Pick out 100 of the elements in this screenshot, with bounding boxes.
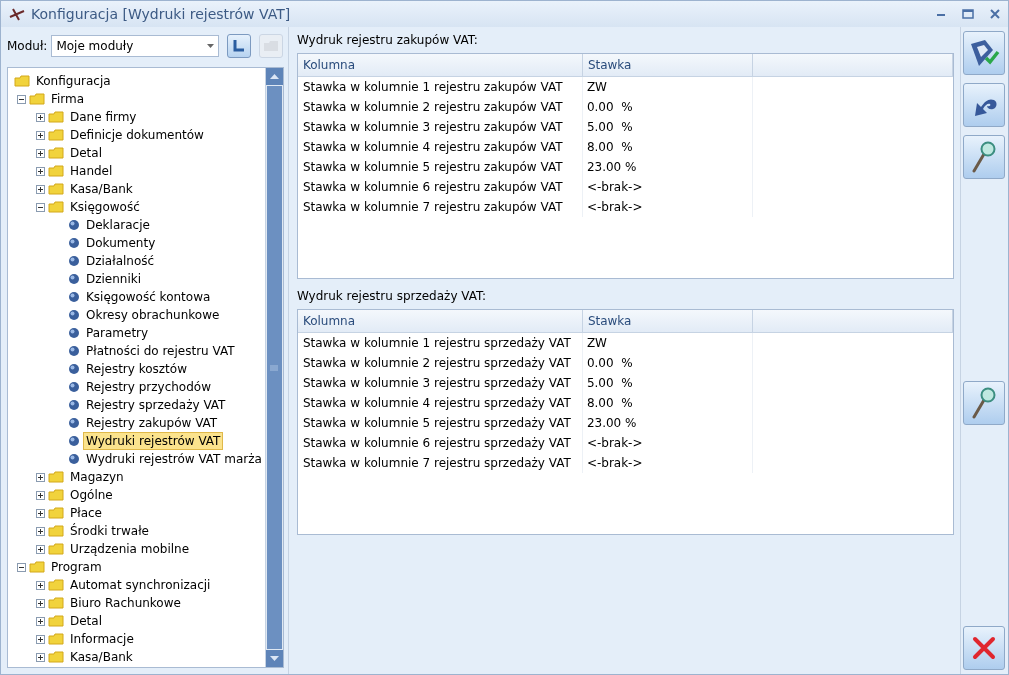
tree-item[interactable]: Wydruki rejestrów VAT marża <box>83 450 265 468</box>
tree-item[interactable]: Działalność <box>83 252 158 270</box>
module-dropdown[interactable]: Moje moduły <box>51 35 220 57</box>
tree-item[interactable]: Dzienniki <box>83 270 145 288</box>
tree-item[interactable]: Kasa/Bank <box>67 648 136 666</box>
close-icon <box>971 636 996 660</box>
folder-icon <box>48 507 64 519</box>
expand-icon[interactable] <box>36 148 45 158</box>
table-cell: Stawka w kolumnie 1 rejestru zakupów VAT <box>297 77 583 97</box>
tree-item[interactable]: Księgowość kontowa <box>83 288 214 306</box>
collapse-icon[interactable] <box>17 94 26 104</box>
tree-item[interactable]: Dane firmy <box>67 108 140 126</box>
folder-icon <box>48 525 64 537</box>
undo-button[interactable] <box>962 83 1005 127</box>
preview-button[interactable] <box>962 380 1005 425</box>
expand-icon[interactable] <box>36 616 45 626</box>
table-cell: 8.00 % <box>582 393 753 413</box>
expand-icon[interactable] <box>36 490 45 500</box>
tree-item[interactable]: Program <box>48 558 105 576</box>
table-cell: Stawka w kolumnie 7 rejestru sprzedaży VAT <box>297 453 583 473</box>
expand-icon[interactable] <box>36 130 45 140</box>
tree-item[interactable]: Płace <box>67 504 105 522</box>
tree-item[interactable]: Dokumenty <box>83 234 159 252</box>
window-title: Konfiguracja [Wydruki rejestrów VAT] <box>31 6 292 22</box>
tree-item[interactable]: Rejestry zakupów VAT <box>83 414 221 432</box>
tree-item[interactable]: Detal <box>67 612 105 630</box>
expand-icon[interactable] <box>36 184 45 194</box>
tree-item[interactable]: Płatności do rejestru VAT <box>83 342 238 360</box>
table-cell: 23.00 % <box>582 413 753 433</box>
page-icon <box>68 273 80 285</box>
tree-item[interactable]: Okresy obrachunkowe <box>83 306 223 324</box>
collapse-icon[interactable] <box>36 202 45 212</box>
table-cell: Stawka w kolumnie 1 rejestru sprzedaży VAT <box>297 333 583 353</box>
expand-icon[interactable] <box>36 166 45 176</box>
page-icon <box>68 399 80 411</box>
tree-item[interactable]: Biuro Rachunkowe <box>67 594 184 612</box>
page-icon <box>68 435 80 447</box>
expand-icon[interactable] <box>36 652 45 662</box>
folder-icon <box>48 165 64 177</box>
tree-item[interactable]: Handel <box>67 162 116 180</box>
app-logo-icon <box>9 7 25 21</box>
close-button[interactable] <box>962 626 1005 670</box>
tree-item[interactable]: Rejestry kosztów <box>83 360 190 378</box>
page-icon <box>68 453 80 465</box>
column-header[interactable]: Stawka <box>582 54 753 76</box>
folder-icon <box>48 579 64 591</box>
save-button[interactable] <box>962 31 1005 75</box>
tree-item[interactable]: Rejestry sprzedaży VAT <box>83 396 229 414</box>
tree-item[interactable]: Definicje dokumentów <box>67 126 207 144</box>
tree-item[interactable]: Parametry <box>83 324 152 342</box>
tree-item[interactable]: Deklaracje <box>83 216 153 234</box>
tree-item[interactable]: Kasa/Bank <box>67 180 136 198</box>
scrollbar[interactable] <box>264 68 283 667</box>
expand-icon[interactable] <box>36 526 45 536</box>
tree-item[interactable]: Środki trwałe <box>67 522 152 540</box>
section-title: Wydruk rejestru sprzedaży VAT: <box>296 289 488 303</box>
tree-item[interactable]: Konfiguracja <box>33 72 114 90</box>
maximize-icon[interactable] <box>962 9 974 19</box>
folder-icon <box>29 561 45 573</box>
close-icon[interactable] <box>990 9 1000 19</box>
table-cell: Stawka w kolumnie 6 rejestru zakupów VAT <box>297 177 583 197</box>
expand-icon[interactable] <box>36 112 45 122</box>
folder-icon <box>48 471 64 483</box>
page-icon <box>68 345 80 357</box>
expand-icon[interactable] <box>36 544 45 554</box>
folder-icon <box>48 597 64 609</box>
folder-icon <box>48 489 64 501</box>
tree-item[interactable]: Wydruki rejestrów VAT <box>83 432 224 450</box>
module-refresh-button[interactable] <box>227 34 252 58</box>
expand-icon[interactable] <box>36 472 45 482</box>
page-icon <box>68 363 80 375</box>
tree-item[interactable]: Automat synchronizacji <box>67 576 214 594</box>
dropdown-caret-icon[interactable] <box>207 44 215 48</box>
expand-icon[interactable] <box>36 598 45 608</box>
folder-icon <box>48 633 64 645</box>
page-icon <box>68 255 80 267</box>
column-header[interactable]: Stawka <box>582 310 753 332</box>
column-header[interactable]: Kolumna <box>297 310 583 332</box>
tree-item[interactable]: Urządzenia mobilne <box>67 540 193 558</box>
table-cell: 0.00 % <box>582 97 753 117</box>
folder-icon <box>29 93 45 105</box>
folder-icon <box>48 111 64 123</box>
tree-item[interactable]: Ogólne <box>67 486 116 504</box>
tree-item[interactable]: Rejestry przychodów <box>83 378 214 396</box>
expand-icon[interactable] <box>36 580 45 590</box>
expand-icon[interactable] <box>36 508 45 518</box>
table-cell: <-brak-> <box>582 433 753 453</box>
preview-button[interactable] <box>962 135 1005 179</box>
scroll-down-icon[interactable] <box>269 656 279 661</box>
tree-item[interactable]: Firma <box>48 90 88 108</box>
tree-item[interactable]: Informacje <box>67 630 137 648</box>
collapse-icon[interactable] <box>17 562 26 572</box>
tree-item[interactable]: Magazyn <box>67 468 127 486</box>
tree-item[interactable]: Księgowość <box>67 198 143 216</box>
tree-item[interactable]: Detal <box>67 144 105 162</box>
expand-icon[interactable] <box>36 634 45 644</box>
scroll-up-icon[interactable] <box>269 74 279 79</box>
column-header[interactable]: Kolumna <box>297 54 583 76</box>
table-cell: Stawka w kolumnie 6 rejestru sprzedaży VAT <box>297 433 583 453</box>
folder-icon <box>48 651 64 663</box>
